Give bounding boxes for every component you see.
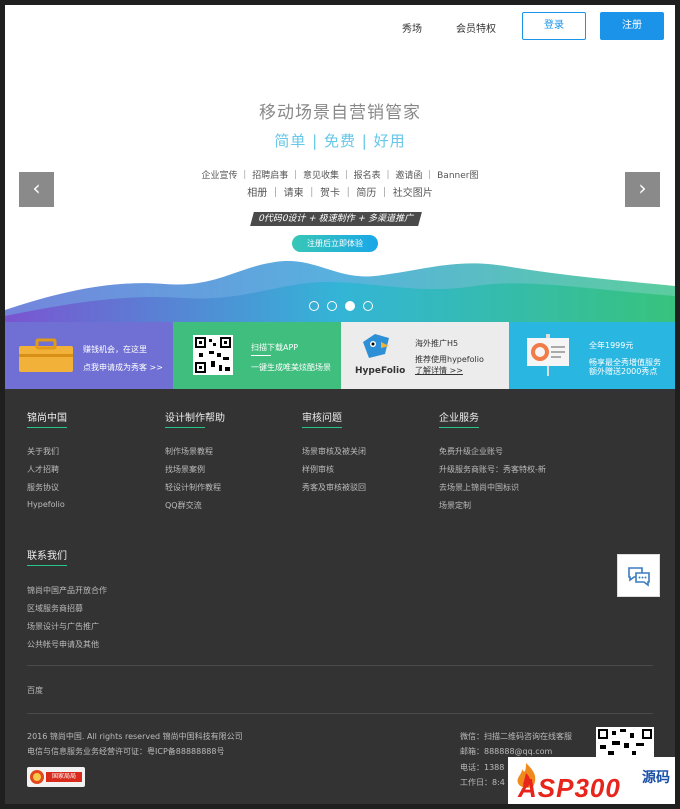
- carousel-dot-4[interactable]: [363, 301, 373, 311]
- footer-col-title: 锦尚中国: [27, 413, 67, 424]
- carousel-dot-1[interactable]: [309, 301, 319, 311]
- promo-become-xiuke[interactable]: 赚钱机会，在这里 点我申请成为秀客 >>: [5, 322, 173, 389]
- watermark-logo: ASP300 源码: [508, 757, 675, 804]
- carousel-dot-2[interactable]: [327, 301, 337, 311]
- footer-link[interactable]: 区域服务商招募: [27, 603, 83, 614]
- footer-link[interactable]: 场景审核及被关闭: [302, 446, 366, 457]
- wechat-text: 微信：扫描二维码咨询在线客服: [460, 732, 572, 741]
- footer-link[interactable]: 秀客及审核被驳回: [302, 482, 366, 493]
- footer-link[interactable]: 关于我们: [27, 446, 59, 457]
- footer-qr-code-icon: [596, 727, 654, 757]
- promo-annual-plan[interactable]: 全年1999元 畅享最全秀增值服务 额外赠送2000秀点: [509, 322, 675, 389]
- icp-text: 电信与信息服务业务经营许可证：粤ICP备88888888号: [27, 747, 225, 756]
- copyright-text: 2016 锦尚中国. All rights reserved 锦尚中国科技有限公…: [27, 732, 243, 741]
- promo-hypefolio[interactable]: HypeFolio 海外推广H5 推荐使用hypefolio 了解详情 >>: [341, 322, 509, 389]
- promo-band: 赚钱机会，在这里 点我申请成为秀客 >> 扫描下载APP 一键生成唯美炫酷场景: [5, 322, 675, 389]
- footer-col-title: 设计制作帮助: [165, 413, 225, 424]
- hero-title: 移动场景自营销管家: [259, 103, 421, 123]
- footer-link[interactable]: 去场景上锦尚中国标识: [439, 482, 519, 493]
- footer-link[interactable]: 服务协议: [27, 482, 59, 493]
- carousel-dot-3-active[interactable]: [345, 301, 355, 311]
- watermark-sub: 源码: [642, 770, 670, 786]
- nav-xiuchang-link[interactable]: 秀场: [402, 20, 422, 35]
- online-chat-button[interactable]: [617, 554, 660, 597]
- footer-link[interactable]: 锦尚中国产品开放合作: [27, 585, 107, 596]
- email-text: 邮箱：888888@qq.com: [460, 747, 553, 756]
- hero-carousel: 移动场景自营销管家 简单 | 免费 | 好用 企业宣传 ｜ 招聘启事 ｜ 意见收…: [5, 50, 675, 322]
- hours-text: 工作日：8:4: [460, 778, 505, 787]
- footer-link[interactable]: 场景设计与广告推广: [27, 621, 99, 632]
- footer-link[interactable]: 免费升级企业账号: [439, 446, 503, 457]
- promo-app-download[interactable]: 扫描下载APP 一键生成唯美炫酷场景: [173, 322, 341, 389]
- briefcase-icon: [19, 338, 73, 372]
- footer-link[interactable]: 轻设计制作教程: [165, 482, 221, 493]
- gov-badge[interactable]: 国家局局: [27, 767, 85, 787]
- chevron-right-icon: ›: [638, 176, 647, 200]
- login-button[interactable]: 登录: [522, 12, 586, 40]
- footer-link[interactable]: 找场景案例: [165, 464, 205, 475]
- page-frame: 秀场 会员特权 登录 注册 移动场景自营销管家 简单 | 免费 | 好用 企业宣…: [5, 5, 675, 804]
- footer-link[interactable]: 公共帐号申请及其他: [27, 639, 99, 650]
- bird-logo-icon: [363, 334, 389, 358]
- footer-link[interactable]: 场景定制: [439, 500, 471, 511]
- footer-col-title: 企业服务: [439, 413, 479, 424]
- footer-link[interactable]: QQ群交流: [165, 500, 202, 511]
- phone-text: 电话：1388: [460, 763, 505, 772]
- chevron-left-icon: ‹: [32, 176, 41, 200]
- footer-link[interactable]: 样例审核: [302, 464, 334, 475]
- presentation-board-icon: [527, 334, 569, 376]
- carousel-dots: [309, 301, 379, 313]
- carousel-prev-button[interactable]: ‹: [19, 172, 54, 207]
- footer-link[interactable]: 制作场景教程: [165, 446, 213, 457]
- chat-bubble-icon: [628, 567, 650, 587]
- hypefolio-brand: HypeFolio: [355, 366, 406, 376]
- friend-link[interactable]: 百度: [27, 685, 43, 696]
- nav-member-link[interactable]: 会员特权: [456, 20, 496, 35]
- gov-emblem-icon: [30, 770, 44, 784]
- hero-tags-line1: 企业宣传 ｜ 招聘启事 ｜ 意见收集 ｜ 报名表 ｜ 邀请函 ｜ Banner图: [201, 171, 479, 181]
- top-nav: 秀场 会员特权 登录 注册: [5, 5, 675, 50]
- watermark-text: ASP300: [518, 773, 621, 803]
- footer-link[interactable]: Hypefolio: [27, 500, 65, 509]
- footer-col-title: 审核问题: [302, 413, 342, 424]
- hero-subtitle: 简单 | 免费 | 好用: [274, 132, 406, 150]
- qr-code-icon: [193, 335, 233, 375]
- hero-tags-line2: 相册 ｜ 请柬 ｜ 贺卡 ｜ 简历 ｜ 社交图片: [247, 188, 433, 199]
- carousel-next-button[interactable]: ›: [625, 172, 660, 207]
- hero-slogan: 0代码0设计 + 极速制作 + 多渠道推广: [250, 212, 422, 226]
- footer-link[interactable]: 升级服务商账号：秀客特权-新: [439, 464, 546, 475]
- register-button[interactable]: 注册: [600, 12, 664, 40]
- hypefolio-details-link[interactable]: 了解详情 >>: [415, 365, 463, 376]
- contact-title: 联系我们: [27, 551, 67, 562]
- footer-link[interactable]: 人才招聘: [27, 464, 59, 475]
